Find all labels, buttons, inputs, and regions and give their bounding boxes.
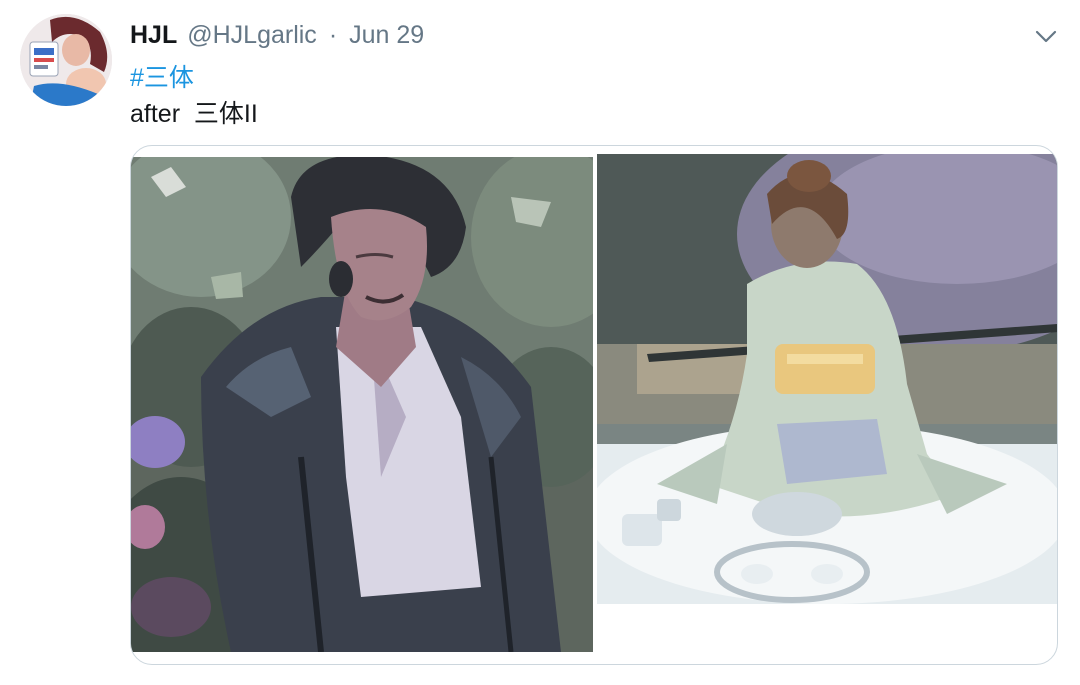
separator-dot: · xyxy=(328,20,338,49)
avatar[interactable] xyxy=(20,14,112,106)
tweet-header: HJL @HJLgarlic · Jun 29 xyxy=(130,18,424,52)
display-name[interactable]: HJL xyxy=(130,21,177,50)
more-options-button[interactable] xyxy=(1030,24,1062,50)
media-image-right[interactable] xyxy=(597,154,1057,604)
chevron-down-icon xyxy=(1035,30,1057,43)
tweet-date[interactable]: Jun 29 xyxy=(349,21,424,50)
hashtag-link[interactable]: #三体 xyxy=(130,58,194,94)
tweet-text: after 三体II xyxy=(130,100,258,128)
media-image-left[interactable] xyxy=(131,157,593,652)
user-handle[interactable]: @HJLgarlic xyxy=(187,21,317,50)
media-container xyxy=(130,145,1058,665)
avatar-image xyxy=(20,14,112,106)
